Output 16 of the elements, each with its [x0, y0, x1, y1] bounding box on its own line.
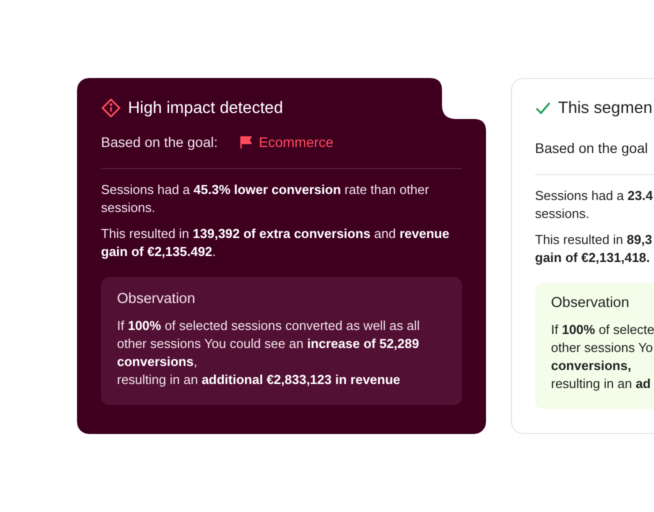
warning-diamond-icon [101, 98, 121, 118]
result-text: Sessions had a 45.3% lower conversion rate than other sessions. [101, 181, 430, 217]
result-text: This resulted in 139,392 of extra conversions and revenue gain of €2,135.492. [101, 225, 450, 261]
card-title: High impact detected [128, 98, 284, 118]
observation-title: Observation [117, 291, 196, 307]
goal-label: Based on the goal: [101, 134, 218, 150]
card-title: This segmen [558, 98, 652, 118]
observation-text: If 100% of selected sessions converted as well as all other sessions You could see an increase of 52,289 conversions, resulting in an additional €2,833,123 in revenue [117, 317, 421, 389]
observation-title: Observation [551, 295, 630, 311]
goal-name: Ecommerce [258, 134, 334, 150]
goal-label: Based on the goal [535, 140, 648, 156]
flag-icon [240, 136, 252, 148]
observation-text: If 100% of selecte other sessions Yo conversions, resulting in an ad [551, 321, 654, 393]
result-text: This resulted in 89,3 gain of €2,131,418. [535, 231, 654, 267]
checkmark-icon [535, 101, 551, 115]
result-text: Sessions had a 23.4 sessions. [535, 187, 654, 223]
